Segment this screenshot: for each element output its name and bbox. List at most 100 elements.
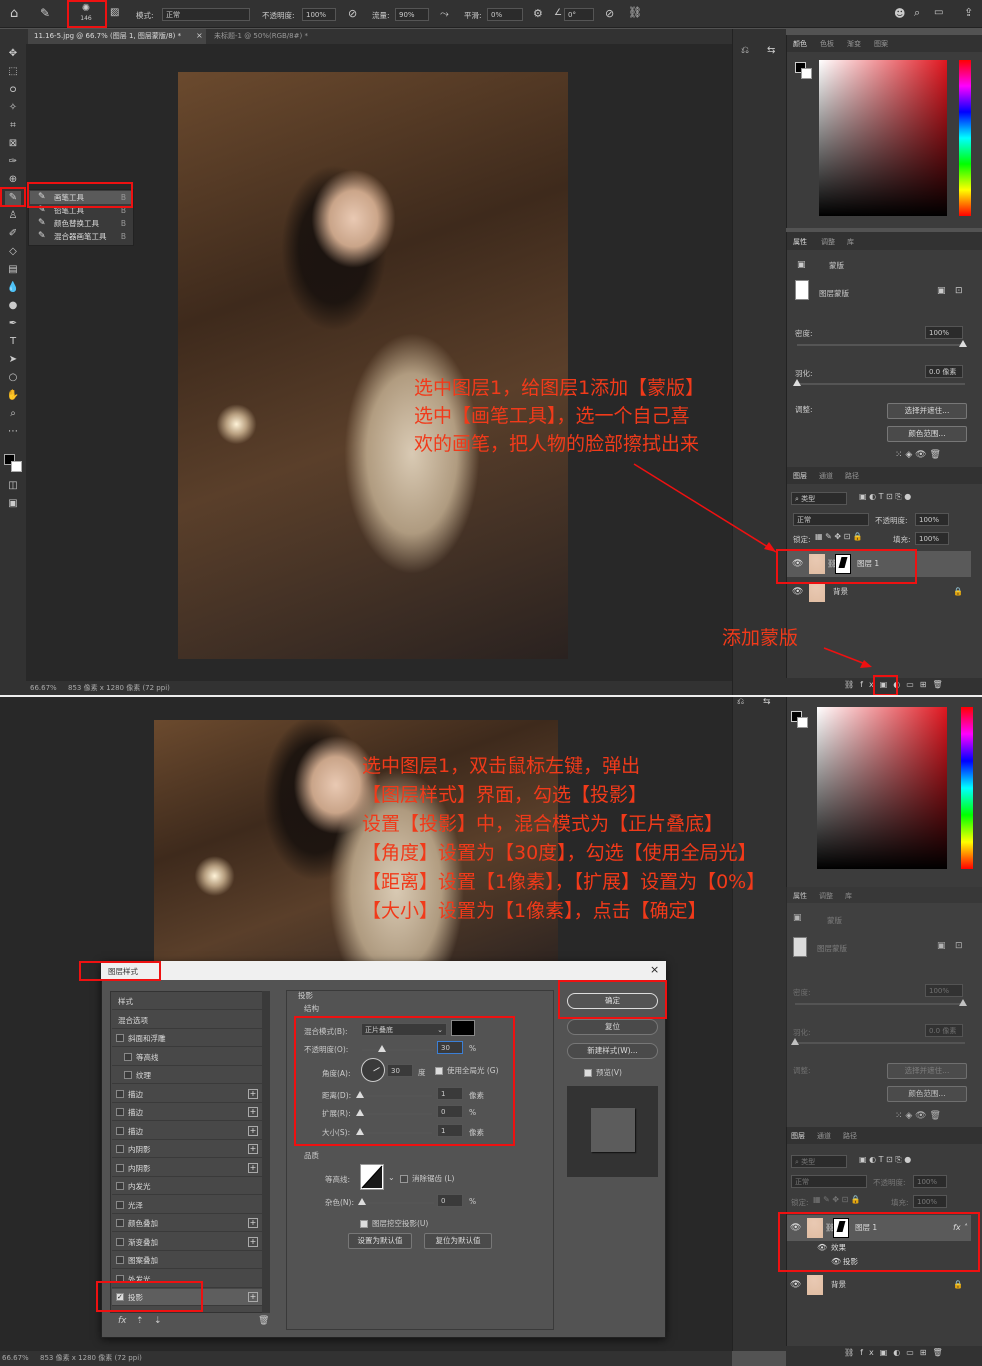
layer-row-layer1-bottom[interactable]: 👁 ⛓ 图层 1 fx ˄ <box>787 1215 971 1241</box>
tab-layers[interactable]: 图层 <box>791 1131 805 1141</box>
style-item[interactable]: 颜色叠加 + <box>112 1215 262 1232</box>
style-item[interactable]: 描边 + <box>112 1122 262 1140</box>
style-checkbox[interactable] <box>116 1182 124 1190</box>
density-field[interactable]: 100% <box>925 984 963 997</box>
spread-slider[interactable] <box>360 1113 432 1115</box>
style-checkbox[interactable] <box>124 1071 132 1079</box>
tab-adjustments[interactable]: 调整 <box>819 891 833 901</box>
style-checkbox[interactable] <box>116 1145 124 1153</box>
angle-field[interactable]: 30 <box>387 1064 413 1077</box>
style-checkbox[interactable] <box>116 1274 124 1283</box>
style-item[interactable]: 外发光 <box>112 1270 262 1288</box>
size-field[interactable]: 1 <box>437 1124 463 1137</box>
layer-opacity-field[interactable]: 100% <box>913 1175 947 1188</box>
move-up-icon[interactable]: ⇡ <box>136 1316 144 1326</box>
shadow-eye-icon[interactable]: 👁 <box>831 1255 841 1269</box>
blend-mode-select[interactable]: 正常 <box>791 1175 867 1188</box>
global-light-checkbox[interactable]: 使用全局光 (G) <box>435 1065 499 1076</box>
distance-field[interactable]: 1 <box>437 1087 463 1100</box>
add-style-icon[interactable]: + <box>248 1162 258 1173</box>
mask-select-icon[interactable]: ▣ <box>937 941 946 951</box>
style-item[interactable]: 内阴影 + <box>112 1159 262 1177</box>
noise-field[interactable]: 0 <box>437 1194 463 1207</box>
filter-icons[interactable]: ▣ ◐ T ⊡ ⎘ ● <box>859 1155 911 1165</box>
opacity-thumb[interactable] <box>378 1045 386 1052</box>
new-style-button[interactable]: 新建样式(W)... <box>567 1043 658 1059</box>
density-slider[interactable] <box>795 1003 965 1005</box>
style-item[interactable]: 内发光 <box>112 1178 262 1195</box>
shadow-effect-row[interactable]: 👁 投影 <box>787 1255 971 1269</box>
effects-eye-icon[interactable]: 👁 <box>817 1241 827 1255</box>
color-field[interactable] <box>817 707 947 869</box>
style-item[interactable]: 渐变叠加 + <box>112 1233 262 1251</box>
tab-properties[interactable]: 属性 <box>793 891 807 901</box>
spread-field[interactable]: 0 <box>437 1105 463 1118</box>
distance-slider[interactable] <box>360 1095 432 1097</box>
delete-icon[interactable]: 🗑 <box>258 1316 269 1326</box>
opacity-field[interactable]: 30 <box>437 1041 463 1054</box>
shadow-color-swatch[interactable] <box>451 1020 475 1036</box>
tab-paths[interactable]: 路径 <box>843 1131 857 1141</box>
chevron-down-icon[interactable]: ⌄ <box>388 1173 395 1182</box>
noise-thumb[interactable] <box>358 1198 366 1205</box>
style-checkbox[interactable] <box>116 1108 124 1116</box>
effects-row[interactable]: 👁 效果 <box>787 1241 971 1255</box>
style-checkbox[interactable] <box>116 1237 124 1246</box>
styles-scrollbar[interactable] <box>262 991 270 1313</box>
angle-dial[interactable] <box>361 1058 385 1082</box>
add-style-icon[interactable]: + <box>248 1144 258 1154</box>
distance-thumb[interactable] <box>356 1091 364 1098</box>
add-style-icon[interactable]: + <box>248 1088 258 1099</box>
visibility-eye-icon[interactable]: 👁 <box>790 1272 801 1298</box>
style-item[interactable]: ✓ 投影 + <box>112 1289 262 1306</box>
add-style-icon[interactable]: + <box>248 1125 258 1136</box>
style-checkbox[interactable] <box>116 1089 124 1098</box>
style-item[interactable]: 纹理 <box>112 1067 262 1084</box>
reset-default-button[interactable]: 复位为默认值 <box>424 1233 492 1249</box>
tab-libraries[interactable]: 库 <box>845 891 852 901</box>
size-slider[interactable] <box>360 1132 432 1134</box>
adjust-icon[interactable]: ⇆ <box>763 697 771 707</box>
add-style-icon[interactable]: + <box>248 1218 258 1228</box>
vector-mask-icon[interactable]: ⊡ <box>955 941 963 951</box>
set-default-button[interactable]: 设置为默认值 <box>348 1233 412 1249</box>
style-item[interactable]: 混合选项 <box>112 1011 262 1029</box>
fx-icon[interactable]: fx ˄ <box>953 1215 967 1241</box>
ok-button[interactable]: 确定 <box>567 993 658 1009</box>
bg-swatch[interactable] <box>797 717 808 728</box>
select-and-mask-button[interactable]: 选择并遮住... <box>887 1063 967 1079</box>
size-thumb[interactable] <box>356 1128 364 1135</box>
mask-footer-icons[interactable]: ⁙ ◈ 👁 🗑 <box>895 1111 941 1121</box>
knockout-checkbox[interactable]: 图层挖空投影(U) <box>360 1218 428 1229</box>
anti-alias-checkbox[interactable]: 消除锯齿 (L) <box>400 1173 454 1184</box>
layers-footer-icons[interactable]: ⛓fx▣◐▭⊞🗑 <box>844 1348 949 1357</box>
noise-slider[interactable] <box>362 1202 434 1204</box>
density-thumb[interactable] <box>959 999 967 1006</box>
style-item[interactable]: 光泽 <box>112 1196 262 1214</box>
blend-mode-select[interactable]: 正片叠底 ⌄ <box>361 1023 447 1036</box>
reset-button[interactable]: 复位 <box>567 1019 658 1035</box>
style-item[interactable]: 样式 <box>112 993 262 1010</box>
feather-field[interactable]: 0.0 像素 <box>925 1024 963 1037</box>
style-item[interactable]: 描边 + <box>112 1104 262 1121</box>
style-checkbox[interactable] <box>124 1052 132 1061</box>
layer-mask-thumbnail[interactable] <box>833 1218 849 1238</box>
feather-slider[interactable] <box>795 1042 965 1044</box>
close-icon[interactable]: × <box>650 963 659 976</box>
style-item[interactable]: 图案叠加 <box>112 1252 262 1269</box>
feather-thumb[interactable] <box>791 1038 799 1045</box>
style-checkbox[interactable] <box>116 1126 124 1135</box>
tab-channels[interactable]: 通道 <box>817 1131 831 1141</box>
opacity-slider[interactable] <box>362 1049 434 1051</box>
style-item[interactable]: 内阴影 + <box>112 1141 262 1158</box>
style-checkbox[interactable] <box>116 1200 124 1209</box>
style-item[interactable]: 等高线 <box>112 1048 262 1066</box>
style-item[interactable]: 斜面和浮雕 <box>112 1030 262 1047</box>
spread-thumb[interactable] <box>356 1109 364 1116</box>
style-checkbox[interactable] <box>116 1219 124 1227</box>
add-style-icon[interactable]: + <box>248 1107 258 1117</box>
visibility-eye-icon[interactable]: 👁 <box>790 1215 801 1241</box>
layer-row-background-bottom[interactable]: 👁 背景 🔒 <box>787 1272 971 1298</box>
style-item[interactable]: 描边 + <box>112 1085 262 1103</box>
add-style-icon[interactable]: + <box>248 1236 258 1247</box>
